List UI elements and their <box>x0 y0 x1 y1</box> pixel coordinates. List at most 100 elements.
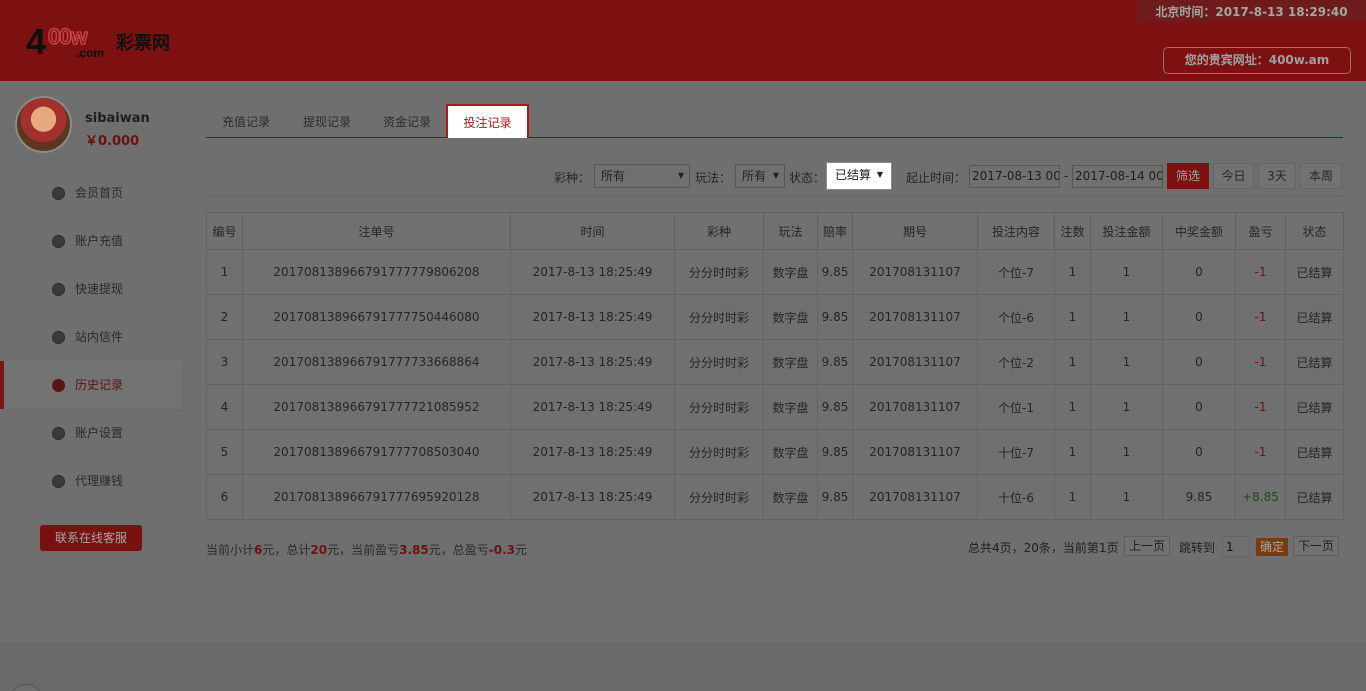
site-logo[interactable]: 4 00w .com 彩票网 <box>26 23 186 64</box>
table-cell: 已结算 <box>1285 339 1344 385</box>
table-header-row: 编号 注单号 时间 彩种 玩法 赔率 期号 投注内容 注数 投注金额 中奖金额 … <box>206 212 1344 250</box>
mail-icon <box>52 331 65 344</box>
table-cell: 9.85 <box>817 474 853 520</box>
profit-cell: -1 <box>1235 384 1286 430</box>
play-select[interactable]: 所有 ▼ <box>735 164 785 188</box>
table-cell: 1 <box>1090 339 1163 385</box>
wallet-icon <box>52 235 65 248</box>
status-select[interactable]: 已结算 ▼ <box>827 163 891 189</box>
sidebar-item-agent[interactable]: 代理赚钱 <box>0 457 182 505</box>
filter-button[interactable]: 筛选 <box>1167 163 1209 189</box>
table-row[interactable]: 1 201708138966791777779806208 2017-8-13 … <box>206 249 1344 295</box>
home-icon <box>52 187 65 200</box>
table-cell: 1 <box>1054 429 1091 475</box>
sidebar-item-label: 站内信件 <box>75 330 124 344</box>
table-cell: 3 <box>206 339 243 385</box>
table-row[interactable]: 5 201708138966791777708503040 2017-8-13 … <box>206 429 1344 475</box>
tab-recharge-records[interactable]: 充值记录 <box>206 103 286 138</box>
lottery-label: 彩种： <box>554 171 591 185</box>
status-label: 状态： <box>789 171 826 185</box>
sidebar: sibaiwan ￥0.000 会员首页 账户充值 快速提现 站内信件 历史记录… <box>0 81 182 643</box>
table-cell: 十位-7 <box>977 429 1055 475</box>
record-tabs: 充值记录 提现记录 资金记录 投注记录 <box>206 103 1343 138</box>
three-days-button[interactable]: 3天 <box>1258 163 1296 189</box>
table-cell: 4 <box>206 384 243 430</box>
sidebar-item-label: 历史记录 <box>75 378 124 392</box>
table-row[interactable]: 4 201708138966791777721085952 2017-8-13 … <box>206 384 1344 430</box>
filter-bar: 彩种： 所有 ▼ 玩法： 所有 ▼ 状态： 已结算 ▼ 起止时间： 2017-0… <box>206 160 1343 196</box>
table-cell: 已结算 <box>1285 294 1344 340</box>
tab-withdraw-records[interactable]: 提现记录 <box>288 103 366 138</box>
summary-text: 元，总盈亏 <box>428 543 489 557</box>
table-cell: 分分时时彩 <box>674 339 764 385</box>
table-cell: 1 <box>1054 294 1091 340</box>
this-week-button[interactable]: 本周 <box>1300 163 1342 189</box>
table-cell: 9.85 <box>817 384 853 430</box>
table-cell: 1 <box>1090 249 1163 295</box>
table-cell: 1 <box>206 249 243 295</box>
page-jump-input[interactable]: 1 <box>1222 536 1250 558</box>
table-row[interactable]: 2 201708138966791777750446080 2017-8-13 … <box>206 294 1344 340</box>
summary-text: 元 <box>514 543 527 557</box>
next-page-button[interactable]: 下一页 <box>1293 536 1339 556</box>
sidebar-menu: 会员首页 账户充值 快速提现 站内信件 历史记录 账户设置 代理赚钱 <box>0 169 182 505</box>
summary-text: 元，当前盈亏 <box>327 543 400 557</box>
sidebar-item-withdraw[interactable]: 快速提现 <box>0 265 182 313</box>
table-cell: 2017-8-13 18:25:49 <box>510 249 675 295</box>
column-header: 赔率 <box>817 212 853 250</box>
settings-icon <box>52 427 65 440</box>
play-label: 玩法： <box>695 171 732 185</box>
table-row[interactable]: 6 201708138966791777695920128 2017-8-13 … <box>206 474 1344 520</box>
table-cell: 1 <box>1090 429 1163 475</box>
sidebar-item-label: 账户设置 <box>75 426 124 440</box>
history-icon <box>52 379 65 392</box>
profit-cell: -1 <box>1235 294 1286 340</box>
online-service-button[interactable]: 联系在线客服 <box>40 525 142 551</box>
today-button[interactable]: 今日 <box>1213 163 1254 189</box>
sidebar-item-label: 快速提现 <box>75 282 124 296</box>
prev-page-button[interactable]: 上一页 <box>1124 536 1170 556</box>
table-cell: 201708131107 <box>852 249 978 295</box>
table-cell: 1 <box>1054 339 1091 385</box>
tab-bet-records[interactable]: 投注记录 <box>446 104 529 138</box>
footer-band <box>0 642 1366 691</box>
dropdown-arrow-icon: ▼ <box>772 171 779 180</box>
table-cell: 201708131107 <box>852 339 978 385</box>
summary-text: 元，总计 <box>262 543 311 557</box>
withdraw-icon <box>52 283 65 296</box>
confirm-jump-button[interactable]: 确定 <box>1256 538 1288 556</box>
sidebar-item-settings[interactable]: 账户设置 <box>0 409 182 457</box>
table-cell: 数字盘 <box>763 429 818 475</box>
sidebar-item-member-home[interactable]: 会员首页 <box>0 169 182 217</box>
table-cell: 1 <box>1090 474 1163 520</box>
column-header: 玩法 <box>763 212 818 250</box>
play-select-value: 所有 <box>742 169 767 183</box>
sidebar-item-recharge[interactable]: 账户充值 <box>0 217 182 265</box>
table-cell: 1 <box>1054 384 1091 430</box>
table-cell: 已结算 <box>1285 384 1344 430</box>
sidebar-item-history[interactable]: 历史记录 <box>0 361 182 409</box>
tab-fund-records[interactable]: 资金记录 <box>368 103 446 138</box>
summary-text: 当前小计 <box>206 543 255 557</box>
date-from-input[interactable]: 2017-08-13 00: <box>969 165 1060 188</box>
table-cell: 1 <box>1054 249 1091 295</box>
top-header: 4 00w .com 彩票网 北京时间：2017-8-13 18:29:40 您… <box>0 0 1366 81</box>
sidebar-item-mail[interactable]: 站内信件 <box>0 313 182 361</box>
table-cell: 个位-1 <box>977 384 1055 430</box>
table-cell: 2017-8-13 18:25:49 <box>510 474 675 520</box>
table-cell: 201708131107 <box>852 429 978 475</box>
lottery-select[interactable]: 所有 ▼ <box>594 164 690 188</box>
table-cell: 9.85 <box>817 249 853 295</box>
sidebar-item-label: 账户充值 <box>75 234 124 248</box>
table-cell: 5 <box>206 429 243 475</box>
vip-url-box: 您的贵宾网址：400w.am <box>1163 47 1351 74</box>
column-header: 中奖金额 <box>1162 212 1236 250</box>
column-header: 时间 <box>510 212 675 250</box>
table-row[interactable]: 3 201708138966791777733668864 2017-8-13 … <box>206 339 1344 385</box>
date-to-input[interactable]: 2017-08-14 00: <box>1072 165 1163 188</box>
table-cell: 1 <box>1090 384 1163 430</box>
logo-domain: .com <box>76 46 105 60</box>
balance: ￥0.000 <box>85 134 140 149</box>
table-cell: 201708131107 <box>852 384 978 430</box>
sidebar-item-label: 会员首页 <box>75 186 124 200</box>
